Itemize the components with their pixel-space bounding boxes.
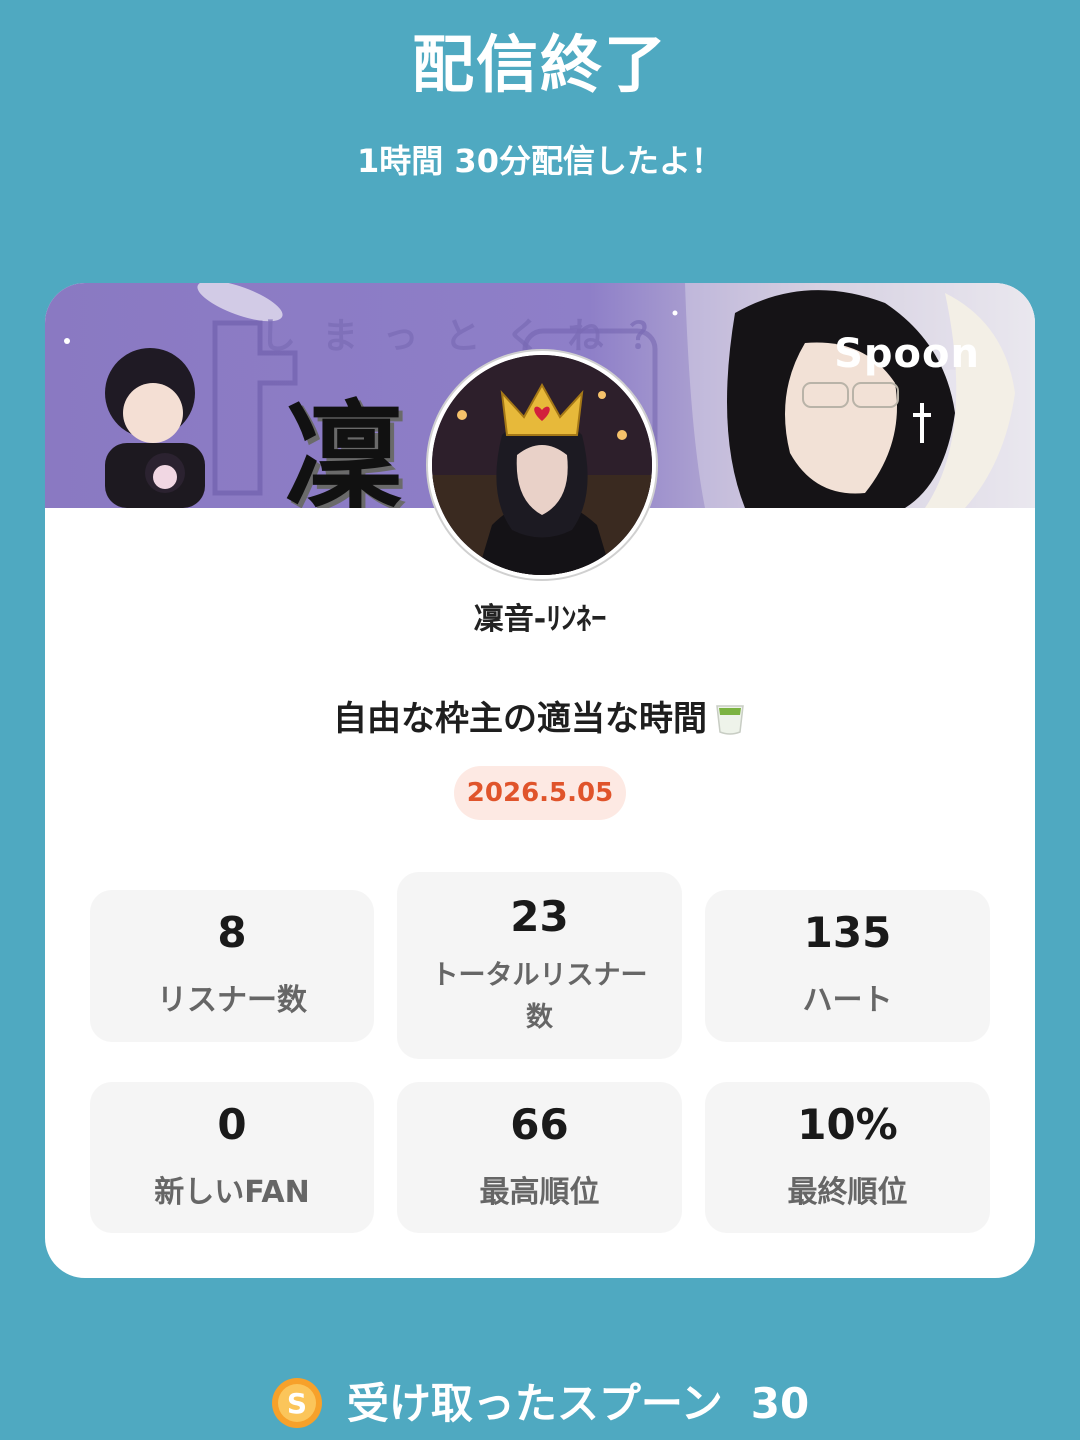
stat-label: 最高順位 xyxy=(479,1175,600,1210)
banner-top-text: しまっとくね？ xyxy=(260,316,692,357)
stat-listeners: 8 リスナー数 xyxy=(90,890,374,1042)
avatar-art xyxy=(432,355,652,575)
stat-hearts: 135 ハート xyxy=(705,890,990,1042)
stat-value: 135 xyxy=(803,908,892,957)
stat-value: 10% xyxy=(797,1100,898,1149)
stat-highest-rank: 66 最高順位 xyxy=(397,1082,682,1233)
page-title: 配信終了 xyxy=(411,28,668,101)
stat-value: 0 xyxy=(217,1100,247,1149)
stat-label: ハート xyxy=(802,983,893,1018)
show-title-row: 自由な枠主の適当な時間 xyxy=(45,691,1035,740)
received-spoons-label: 受け取ったスプーン xyxy=(346,1379,723,1428)
stat-label: 最終順位 xyxy=(787,1175,908,1210)
stat-new-fans: 0 新しいFAN xyxy=(90,1082,374,1233)
stream-date-badge: 2026.5.05 xyxy=(454,766,626,820)
banner-kanji: 凜 xyxy=(285,388,404,508)
stat-value: 8 xyxy=(217,908,247,957)
stat-label: リスナー数 xyxy=(157,983,307,1018)
spoon-coin-icon: S xyxy=(271,1377,323,1429)
received-spoons-value: 30 xyxy=(750,1379,810,1428)
spoon-logo: Spoon xyxy=(834,331,980,377)
stat-final-rank: 10% 最終順位 xyxy=(705,1082,990,1233)
show-title: 自由な枠主の適当な時間 xyxy=(333,699,707,739)
stat-label: トータルリスナー数 xyxy=(431,960,648,1033)
stream-summary-card: しまっとくね？ 凜 Spoon 凜音-ﾘﾝﾈｰ 自由な枠主の適当な時間 2026… xyxy=(45,283,1035,1278)
stream-duration: 1時間 30分配信したよ！ xyxy=(357,142,723,180)
stat-value: 23 xyxy=(510,892,569,941)
stat-value: 66 xyxy=(510,1100,569,1149)
tea-icon xyxy=(713,700,747,736)
username: 凜音-ﾘﾝﾈｰ xyxy=(473,602,607,637)
stat-total-listeners: 23 トータルリスナー数 xyxy=(397,872,682,1059)
received-spoons-row: S 受け取ったスプーン 30 xyxy=(0,1370,1080,1433)
stat-label: 新しいFAN xyxy=(154,1175,310,1210)
avatar[interactable] xyxy=(428,351,656,579)
svg-text:S: S xyxy=(287,1387,307,1420)
